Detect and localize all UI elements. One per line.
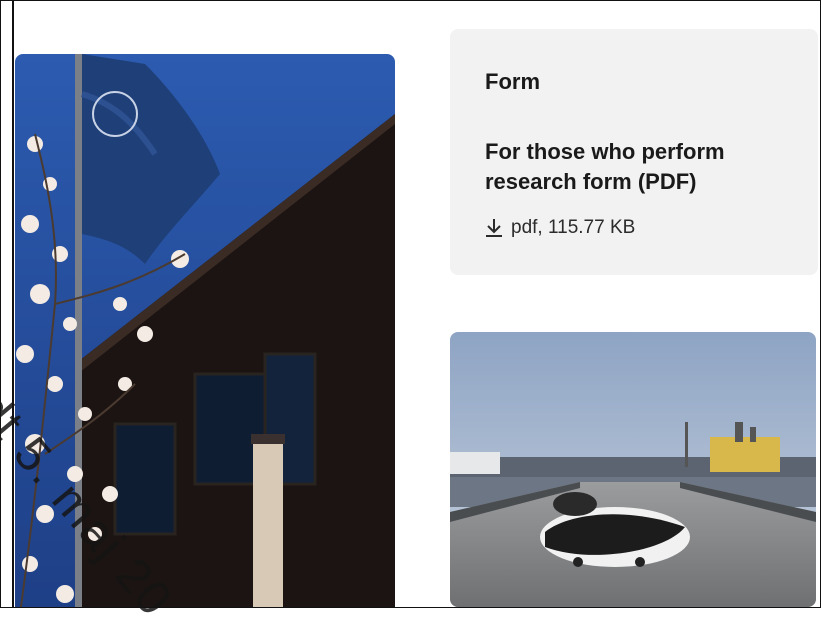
form-card: Form For those who perform research form… [450, 29, 818, 275]
harbor-sculpture-photo [450, 332, 816, 607]
file-download-link[interactable]: pdf, 115.77 KB [485, 217, 635, 239]
page-frame: Form For those who perform research form… [0, 0, 821, 608]
file-info: pdf, 115.77 KB [511, 217, 636, 238]
campus-flag-photo [15, 54, 395, 607]
left-border-line [12, 0, 14, 608]
download-icon [485, 218, 503, 238]
form-heading: Form [485, 69, 540, 94]
research-form-link[interactable]: For those who perform research form (PDF… [485, 137, 795, 197]
